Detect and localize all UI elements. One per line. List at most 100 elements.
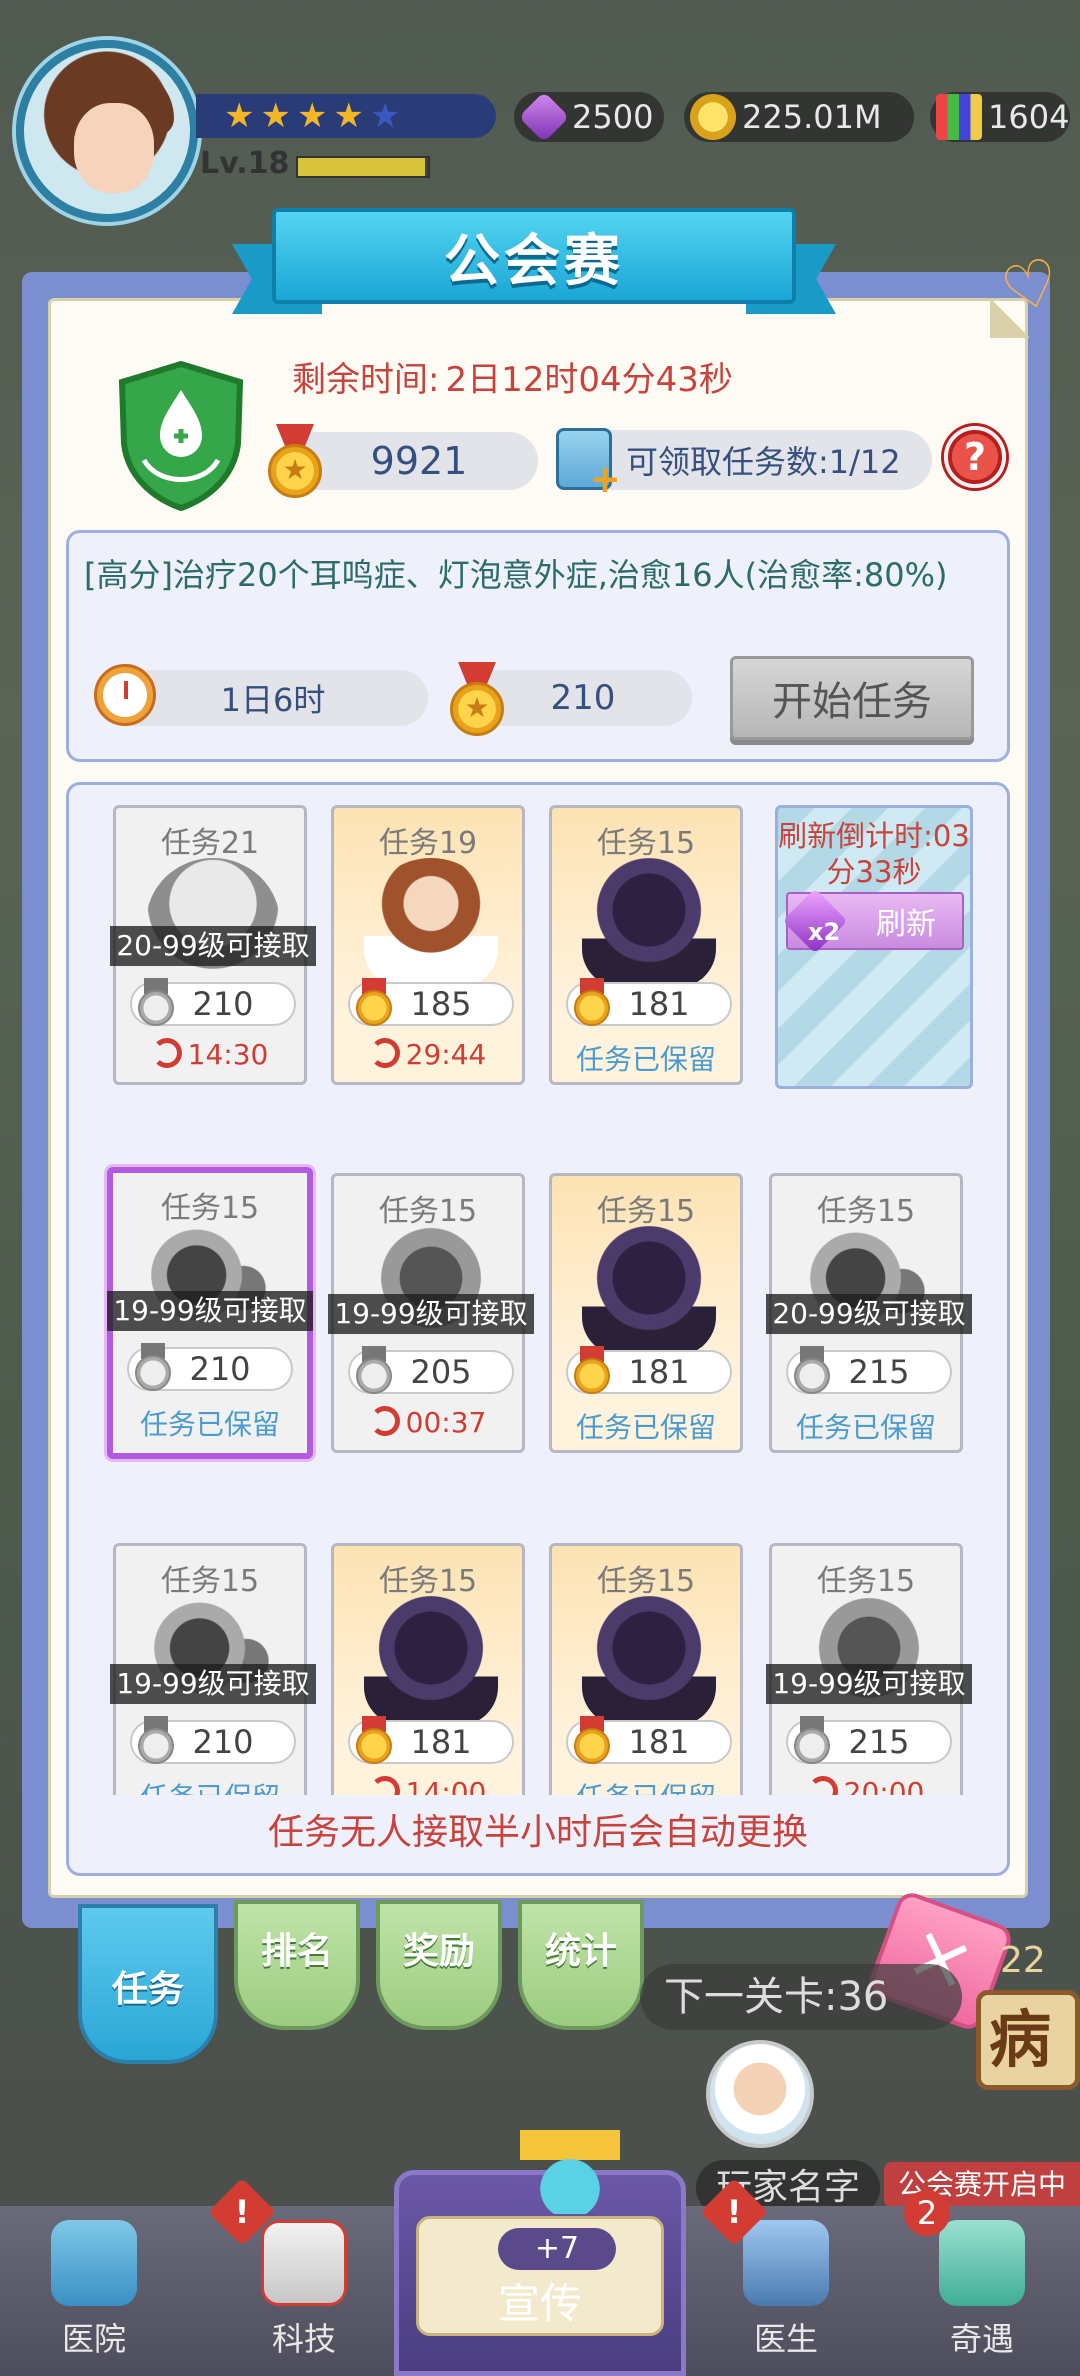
book-icon [936, 94, 982, 140]
book-value: 1604 [988, 98, 1070, 136]
task-card[interactable]: 任务1519-99级可接取210任务已保留 [107, 1167, 313, 1459]
alarm-clock-icon [94, 664, 156, 726]
task-card[interactable]: 任务1519-99级可接取210任务已保留 [110, 1543, 316, 1795]
notification-badge: 2 [904, 2190, 950, 2236]
refresh-icon [369, 1406, 400, 1436]
tab-rewards[interactable]: 奖励 [376, 1900, 502, 2030]
star-icon: ★ [260, 96, 291, 136]
patient-portrait [364, 1226, 498, 1356]
start-task-button[interactable]: 开始任务 [730, 656, 974, 740]
nav-adventure-label: 奇遇 [949, 2320, 1014, 2358]
task-status: 任务已保留 [552, 1038, 740, 1078]
task-number: 任务15 [596, 1564, 696, 1599]
remaining-label: 剩余时间: [292, 360, 440, 400]
tab-tasks[interactable]: 任务 [78, 1904, 218, 2064]
refresh-button-label: 刷新 [876, 907, 936, 942]
promo-label: 宣传 [497, 2279, 582, 2328]
star-rating: ★ ★ ★ ★ ★ [196, 94, 496, 138]
guild-score: 9921 [300, 432, 538, 490]
empty-star-icon: ★ [369, 96, 401, 136]
refresh-card: 刷新倒计时:03分33秒 刷新 x2 [775, 805, 973, 1089]
doctor-avatar[interactable] [706, 2040, 814, 2148]
alert-icon: ! [208, 2178, 276, 2246]
task-card[interactable]: 任务15 181 14:00 [331, 1543, 525, 1795]
medkit-icon [261, 2220, 347, 2306]
task-number: 任务15 [596, 1194, 696, 1229]
nav-hospital[interactable]: 医院 [14, 2214, 174, 2364]
half-star-icon: ★ [333, 96, 364, 136]
claimable-tasks-text: 可领取任务数:1/12 [626, 443, 901, 481]
silver-medal-icon [794, 1716, 830, 1764]
star-icon: ★ [224, 96, 255, 136]
task-card[interactable]: 任务19 185 29:44 [331, 805, 525, 1085]
level-requirement: 19-99级可接取 [107, 1291, 313, 1331]
level-progress-fill [298, 158, 426, 176]
task-card[interactable]: 任务15 19-99级可接取 205 00:37 [328, 1173, 534, 1453]
task-status: 任务已保留 [116, 1776, 304, 1795]
task-status: 任务已保留 [552, 1776, 740, 1795]
patient-portrait [802, 1596, 936, 1726]
task-status: 任务已保留 [113, 1403, 307, 1443]
task-card[interactable]: 任务21 20-99级可接取 210 14:30 [110, 805, 316, 1085]
task-number: 任务15 [816, 1194, 916, 1229]
task-card[interactable]: 任务15 19-99级可接取 215 20:00 [766, 1543, 972, 1795]
refresh-icon [369, 1038, 400, 1068]
patient-portrait [582, 858, 716, 988]
panel-title: 公会赛 [444, 228, 624, 294]
task-status-text: 任务已保留 [139, 1408, 280, 1441]
task-number: 任务15 [596, 826, 696, 861]
task-status: 任务已保留 [552, 1406, 740, 1446]
task-status-text: 00:37 [405, 1406, 487, 1439]
task-clipboard-icon [556, 428, 621, 501]
patient-portrait [146, 1596, 280, 1726]
player-avatar[interactable] [16, 40, 198, 222]
refresh-icon [807, 1776, 838, 1795]
task-number: 任务15 [378, 1564, 478, 1599]
title-ribbon: 公会赛 [232, 208, 836, 318]
illness-sign[interactable]: 病 [976, 1990, 1080, 2090]
ribbon-main: 公会赛 [272, 208, 796, 304]
task-card[interactable]: 任务15181任务已保留 [549, 805, 743, 1085]
next-level-label: 下一关卡:36 [640, 1964, 962, 2030]
gem-icon [518, 91, 570, 143]
task-time-left-value: 1日6时 [220, 681, 326, 719]
silver-medal-icon [138, 1716, 174, 1764]
star-icon: ★ [296, 96, 328, 136]
patient-portrait [802, 1226, 936, 1356]
guild-shield-icon [118, 360, 244, 512]
task-card[interactable]: 任务15181任务已保留 [549, 1543, 743, 1795]
coin-counter[interactable]: 225.01M [684, 92, 914, 142]
nav-doctor-label: 医生 [753, 2320, 818, 2358]
task-status: 29:44 [334, 1038, 522, 1071]
refresh-countdown: 刷新倒计时:03分33秒 [778, 819, 970, 889]
level-requirement: 19-99级可接取 [110, 1664, 316, 1704]
score-medal-icon: ★ [268, 424, 322, 498]
nav-adventure[interactable]: 奇遇 [902, 2214, 1062, 2364]
task-time-left: 1日6时 [118, 670, 428, 726]
task-status-text: 14:30 [187, 1038, 269, 1071]
silver-medal-icon [138, 978, 174, 1026]
silver-medal-icon [135, 1343, 171, 1391]
level-requirement: 19-99级可接取 [328, 1294, 534, 1334]
tab-stats[interactable]: 统计 [518, 1900, 644, 2030]
patient-portrait [364, 1596, 498, 1726]
task-status-text: 任务已保留 [575, 1411, 716, 1444]
book-counter[interactable]: 1604 [930, 92, 1070, 142]
remaining-value: 2日12时04分43秒 [445, 360, 733, 400]
task-card[interactable]: 任务15181任务已保留 [549, 1173, 743, 1453]
task-number: 任务15 [816, 1564, 916, 1599]
task-grid-box: 任务21 20-99级可接取 210 14:30 任务19 185 29:44 任务15 181… [66, 782, 1010, 1876]
tab-ranking[interactable]: 排名 [234, 1900, 360, 2030]
help-button[interactable]: ? [944, 426, 1006, 488]
crown-mascot-icon [520, 2130, 620, 2214]
task-status-text: 任务已保留 [576, 1781, 716, 1795]
patient-portrait [582, 1596, 716, 1726]
task-card[interactable]: 任务15 20-99级可接取 215 任务已保留 [766, 1173, 972, 1453]
task-status: 20:00 [772, 1776, 960, 1795]
task-number: 任务15 [378, 1194, 478, 1229]
task-status-text: 29:44 [405, 1038, 487, 1071]
patient-portrait [146, 858, 280, 988]
refresh-icon [151, 1038, 182, 1068]
gold-medal-icon [574, 1716, 610, 1764]
gem-counter[interactable]: 2500 [514, 91, 664, 143]
